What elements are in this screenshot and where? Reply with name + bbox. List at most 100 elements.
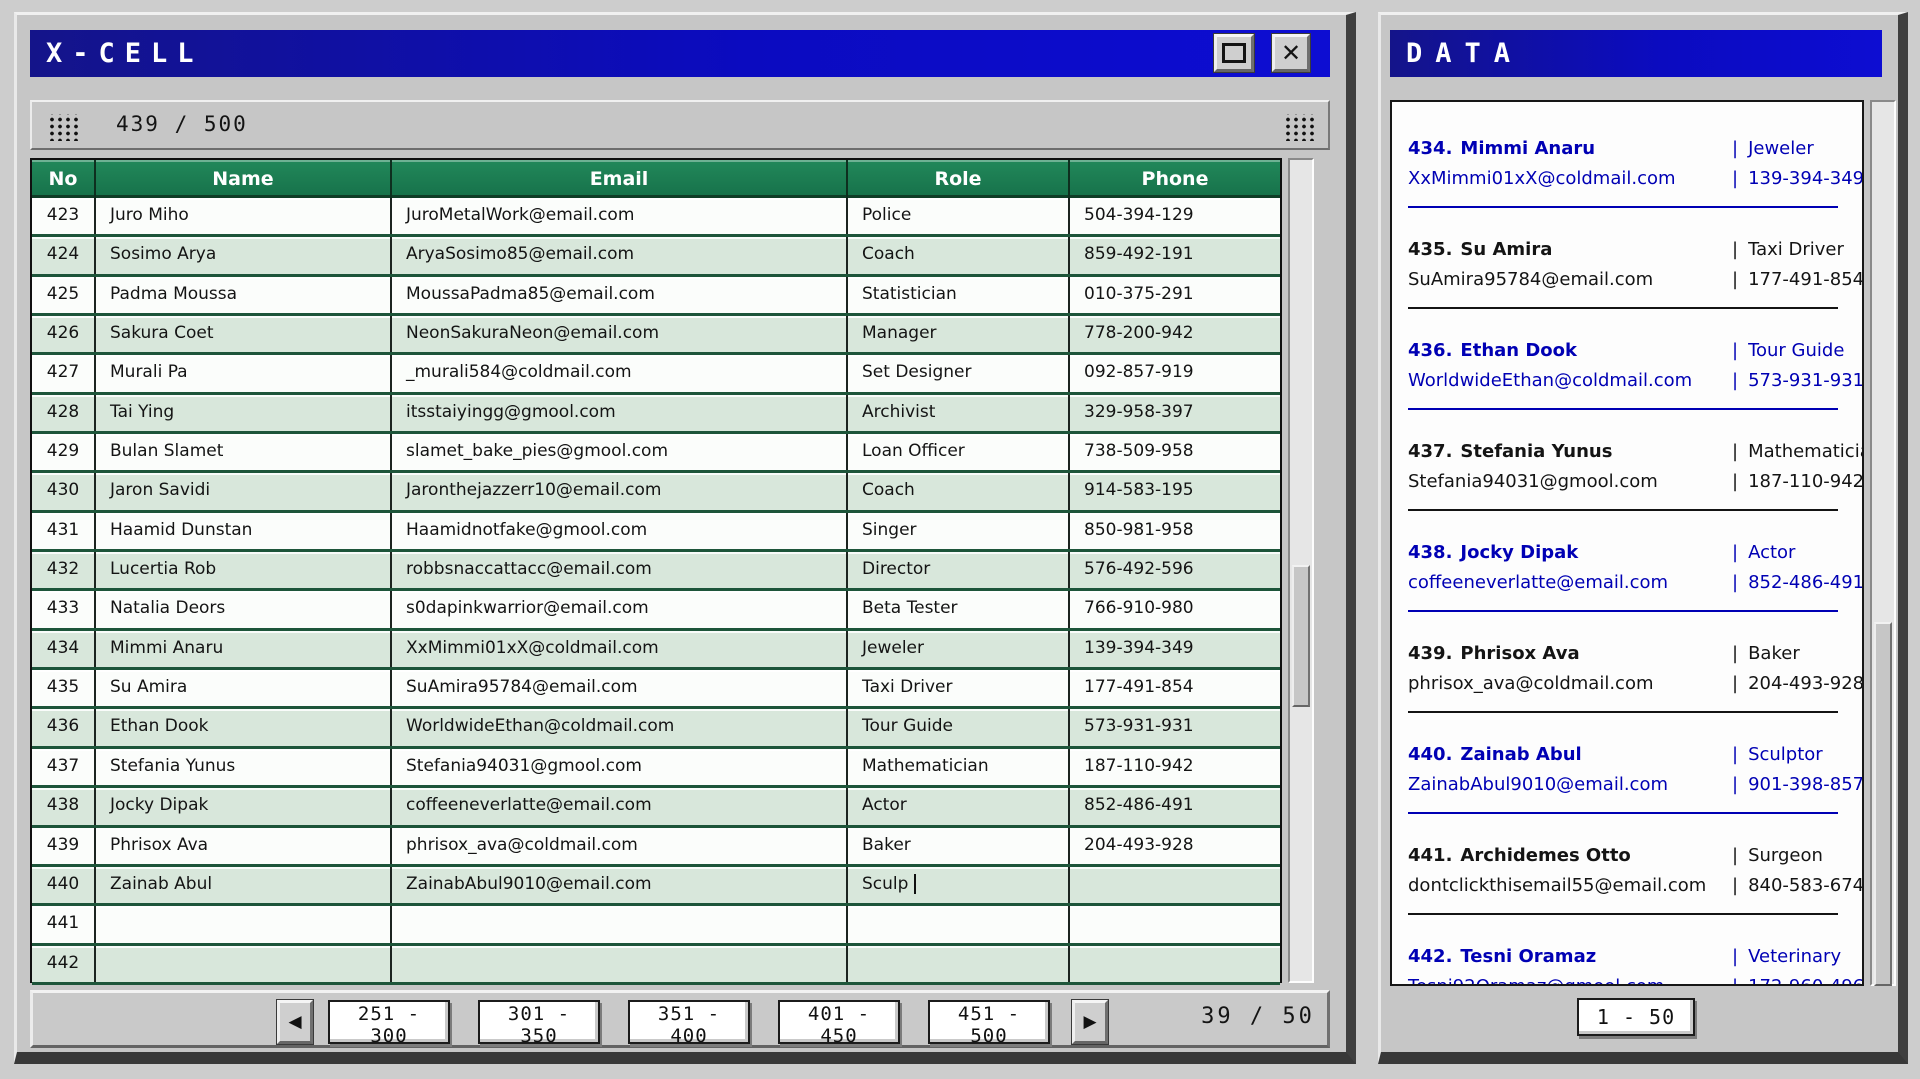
cell-role[interactable]: Actor [848, 788, 1070, 824]
cell-email[interactable]: coffeeneverlatte@email.com [392, 788, 848, 824]
cell-phone[interactable]: 914-583-195 [1070, 473, 1280, 509]
cell-phone[interactable]: 187-110-942 [1070, 749, 1280, 785]
cell-email[interactable]: robbsnaccattacc@email.com [392, 552, 848, 588]
maximize-button[interactable] [1214, 34, 1254, 72]
cell-no[interactable]: 439 [32, 828, 96, 864]
cell-role[interactable] [848, 906, 1070, 942]
cell-email[interactable] [392, 946, 848, 982]
cell-name[interactable]: Ethan Dook [96, 709, 392, 745]
cell-phone[interactable]: 573-931-931 [1070, 709, 1280, 745]
cell-role[interactable]: Beta Tester [848, 591, 1070, 627]
next-page-button[interactable]: ▶ [1072, 1000, 1108, 1044]
cell-phone[interactable]: 766-910-980 [1070, 591, 1280, 627]
cell-role[interactable]: Loan Officer [848, 434, 1070, 470]
cell-role[interactable]: Police [848, 198, 1070, 234]
cell-no[interactable]: 433 [32, 591, 96, 627]
cell-email[interactable]: slamet_bake_pies@gmool.com [392, 434, 848, 470]
cell-no[interactable]: 424 [32, 237, 96, 273]
cell-email[interactable]: MoussaPadma85@email.com [392, 277, 848, 313]
cell-no[interactable]: 440 [32, 867, 96, 903]
cell-name[interactable]: Jocky Dipak [96, 788, 392, 824]
cell-no[interactable]: 436 [32, 709, 96, 745]
cell-role[interactable]: Tour Guide [848, 709, 1070, 745]
cell-email[interactable]: Stefania94031@gmool.com [392, 749, 848, 785]
cell-phone[interactable]: 850-981-958 [1070, 513, 1280, 549]
cell-name[interactable]: Lucertia Rob [96, 552, 392, 588]
cell-name[interactable] [96, 906, 392, 942]
data-scrollbar-thumb[interactable] [1874, 622, 1892, 986]
cell-no[interactable]: 434 [32, 631, 96, 667]
cell-phone[interactable]: 329-958-397 [1070, 395, 1280, 431]
cell-role[interactable]: Jeweler [848, 631, 1070, 667]
grid-dots-icon-right[interactable] [1282, 114, 1316, 141]
cell-name[interactable]: Murali Pa [96, 355, 392, 391]
cell-email[interactable] [392, 906, 848, 942]
grid-dots-icon-left[interactable] [46, 114, 80, 141]
cell-role[interactable]: Mathematician [848, 749, 1070, 785]
page-range-button[interactable]: 301 - 350 [478, 1000, 600, 1044]
close-button[interactable]: ✕ [1272, 34, 1310, 72]
cell-role[interactable]: Baker [848, 828, 1070, 864]
cell-name[interactable]: Stefania Yunus [96, 749, 392, 785]
cell-phone[interactable]: 092-857-919 [1070, 355, 1280, 391]
cell-phone[interactable] [1070, 906, 1280, 942]
cell-phone[interactable]: 010-375-291 [1070, 277, 1280, 313]
cell-role[interactable]: Sculp [848, 867, 1070, 903]
cell-role[interactable]: Archivist [848, 395, 1070, 431]
cell-no[interactable]: 435 [32, 670, 96, 706]
cell-no[interactable]: 437 [32, 749, 96, 785]
cell-no[interactable]: 438 [32, 788, 96, 824]
cell-email[interactable]: WorldwideEthan@coldmail.com [392, 709, 848, 745]
cell-role[interactable]: Coach [848, 473, 1070, 509]
cell-email[interactable]: ZainabAbul9010@email.com [392, 867, 848, 903]
cell-role[interactable]: Singer [848, 513, 1070, 549]
cell-email[interactable]: Jaronthejazzerr10@email.com [392, 473, 848, 509]
page-range-button[interactable]: 401 - 450 [778, 1000, 900, 1044]
xcell-scrollbar-track[interactable] [1288, 158, 1314, 983]
cell-email[interactable]: phrisox_ava@coldmail.com [392, 828, 848, 864]
cell-name[interactable]: Bulan Slamet [96, 434, 392, 470]
cell-email[interactable]: Haamidnotfake@gmool.com [392, 513, 848, 549]
cell-phone[interactable]: 778-200-942 [1070, 316, 1280, 352]
cell-role[interactable]: Manager [848, 316, 1070, 352]
cell-no[interactable]: 431 [32, 513, 96, 549]
cell-phone[interactable]: 139-394-349 [1070, 631, 1280, 667]
page-range-button[interactable]: 451 - 500 [928, 1000, 1050, 1044]
cell-email[interactable]: XxMimmi01xX@coldmail.com [392, 631, 848, 667]
cell-no[interactable]: 428 [32, 395, 96, 431]
cell-name[interactable]: Sakura Coet [96, 316, 392, 352]
cell-name[interactable]: Mimmi Anaru [96, 631, 392, 667]
cell-no[interactable]: 429 [32, 434, 96, 470]
cell-email[interactable]: NeonSakuraNeon@email.com [392, 316, 848, 352]
cell-name[interactable]: Haamid Dunstan [96, 513, 392, 549]
cell-phone[interactable]: 852-486-491 [1070, 788, 1280, 824]
cell-phone[interactable]: 738-509-958 [1070, 434, 1280, 470]
cell-no[interactable]: 425 [32, 277, 96, 313]
cell-no[interactable]: 426 [32, 316, 96, 352]
cell-email[interactable]: AryaSosimo85@email.com [392, 237, 848, 273]
cell-no[interactable]: 441 [32, 906, 96, 942]
cell-phone[interactable] [1070, 946, 1280, 982]
cell-no[interactable]: 432 [32, 552, 96, 588]
cell-no[interactable]: 427 [32, 355, 96, 391]
cell-name[interactable]: Padma Moussa [96, 277, 392, 313]
data-scrollbar-track[interactable] [1870, 100, 1896, 986]
cell-no[interactable]: 423 [32, 198, 96, 234]
cell-phone[interactable]: 576-492-596 [1070, 552, 1280, 588]
cell-name[interactable]: Natalia Deors [96, 591, 392, 627]
cell-name[interactable]: Phrisox Ava [96, 828, 392, 864]
cell-phone[interactable]: 504-394-129 [1070, 198, 1280, 234]
cell-role[interactable] [848, 946, 1070, 982]
cell-no[interactable]: 442 [32, 946, 96, 982]
page-range-button[interactable]: 351 - 400 [628, 1000, 750, 1044]
cell-name[interactable]: Zainab Abul [96, 867, 392, 903]
cell-email[interactable]: SuAmira95784@email.com [392, 670, 848, 706]
cell-role[interactable]: Statistician [848, 277, 1070, 313]
cell-name[interactable]: Jaron Savidi [96, 473, 392, 509]
cell-role[interactable]: Set Designer [848, 355, 1070, 391]
page-range-button[interactable]: 251 - 300 [328, 1000, 450, 1044]
cell-name[interactable]: Juro Miho [96, 198, 392, 234]
cell-phone[interactable]: 177-491-854 [1070, 670, 1280, 706]
cell-no[interactable]: 430 [32, 473, 96, 509]
data-page-button[interactable]: 1 - 50 [1577, 998, 1695, 1036]
